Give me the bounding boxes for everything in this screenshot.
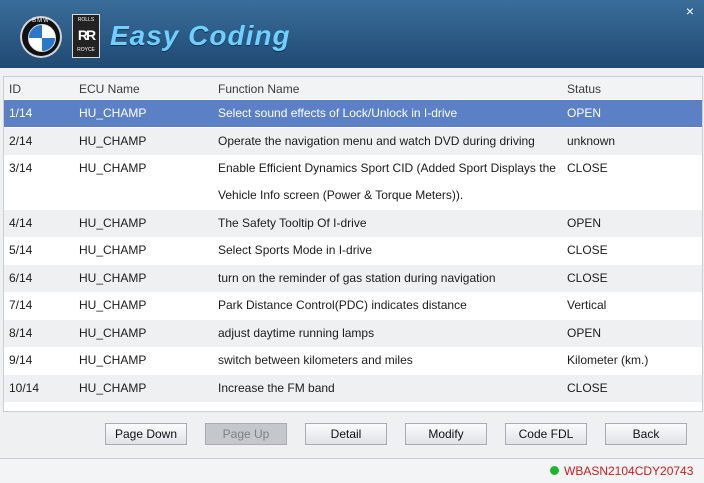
status-bar: WBASN2104CDY20743: [0, 458, 704, 483]
cell-status: CLOSE: [567, 243, 608, 257]
cell-function: turn on the reminder of gas station duri…: [218, 271, 496, 285]
cell-function: switch between kilometers and miles: [218, 353, 413, 367]
table-row[interactable]: 4/14 HU_CHAMP The Safety Tooltip Of I-dr…: [4, 210, 702, 237]
bmw-roundel: [28, 24, 56, 52]
cell-ecu: HU_CHAMP: [79, 381, 147, 395]
table-row[interactable]: 10/14 HU_CHAMP Increase the FM band CLOS…: [4, 375, 702, 402]
table-row[interactable]: 2/14 HU_CHAMP Operate the navigation men…: [4, 128, 702, 155]
close-icon[interactable]: ×: [686, 4, 694, 18]
table-row[interactable]: 7/14 HU_CHAMP Park Distance Control(PDC)…: [4, 292, 702, 319]
cell-id: 3/14: [9, 161, 33, 175]
cell-id: 7/14: [9, 298, 33, 312]
header-banner: BMW ROLLS RR ROYCE Easy Coding ×: [0, 0, 704, 68]
cell-id: 9/14: [9, 353, 33, 367]
action-button-bar: Page Down Page Up Detail Modify Code FDL…: [0, 423, 704, 445]
cell-status: unknown: [567, 134, 616, 148]
app-window: BMW ROLLS RR ROYCE Easy Coding × ID ECU …: [0, 0, 704, 483]
modify-button[interactable]: Modify: [405, 423, 487, 445]
cell-function: Select sound effects of Lock/Unlock in I…: [218, 106, 458, 120]
cell-status: Vertical: [567, 298, 607, 312]
cell-status: OPEN: [567, 326, 602, 340]
cell-ecu: HU_CHAMP: [79, 106, 147, 120]
cell-function: Operate the navigation menu and watch DV…: [218, 134, 535, 148]
connection-status-icon: [550, 466, 559, 475]
cell-status: CLOSE: [567, 271, 608, 285]
back-button[interactable]: Back: [605, 423, 687, 445]
column-header-ecu: ECU Name: [79, 82, 140, 96]
rolls-royce-logo-icon: ROLLS RR ROYCE: [72, 14, 100, 58]
cell-ecu: HU_CHAMP: [79, 326, 147, 340]
page-up-button[interactable]: Page Up: [205, 423, 287, 445]
function-table: ID ECU Name Function Name Status 1/14 HU…: [3, 76, 703, 412]
cell-id: 6/14: [9, 271, 33, 285]
cell-status: OPEN: [567, 216, 602, 230]
detail-button[interactable]: Detail: [305, 423, 387, 445]
page-down-button[interactable]: Page Down: [105, 423, 187, 445]
cell-id: 2/14: [9, 134, 33, 148]
rr-top-text: ROLLS: [77, 17, 95, 23]
cell-id: 1/14: [9, 106, 33, 120]
table-row[interactable]: 6/14 HU_CHAMP turn on the reminder of ga…: [4, 265, 702, 292]
bmw-logo-icon: BMW: [20, 16, 62, 58]
cell-ecu: HU_CHAMP: [79, 161, 147, 175]
app-brand-logo: Easy Coding: [110, 20, 291, 51]
table-row[interactable]: 3/14 HU_CHAMP Enable Efficient Dynamics …: [4, 155, 702, 210]
cell-function: Select Sports Mode in I-drive: [218, 243, 373, 257]
cell-status: CLOSE: [567, 381, 608, 395]
rr-bot-text: ROYCE: [77, 47, 95, 53]
cell-function: Increase the FM band: [218, 381, 335, 395]
cell-id: 5/14: [9, 243, 33, 257]
code-fdl-button[interactable]: Code FDL: [505, 423, 587, 445]
cell-id: 10/14: [9, 381, 40, 395]
rr-mid-text: RR: [77, 27, 96, 43]
cell-status: Kilometer (km.): [567, 353, 649, 367]
cell-function: Enable Efficient Dynamics Sport CID (Add…: [218, 161, 556, 202]
cell-id: 4/14: [9, 216, 33, 230]
table-header: ID ECU Name Function Name Status: [4, 77, 702, 99]
cell-status: CLOSE: [567, 161, 608, 175]
cell-ecu: HU_CHAMP: [79, 243, 147, 257]
cell-ecu: HU_CHAMP: [79, 353, 147, 367]
cell-ecu: HU_CHAMP: [79, 134, 147, 148]
table-row[interactable]: 1/14 HU_CHAMP Select sound effects of Lo…: [4, 100, 702, 127]
cell-id: 8/14: [9, 326, 33, 340]
cell-function: The Safety Tooltip Of I-drive: [218, 216, 367, 230]
table-row[interactable]: 9/14 HU_CHAMP switch between kilometers …: [4, 347, 702, 374]
column-header-status: Status: [567, 82, 602, 96]
column-header-function: Function Name: [218, 82, 300, 96]
cell-ecu: HU_CHAMP: [79, 298, 147, 312]
cell-ecu: HU_CHAMP: [79, 271, 147, 285]
vin-label: WBASN2104CDY20743: [564, 464, 694, 478]
table-row[interactable]: 8/14 HU_CHAMP adjust daytime running lam…: [4, 320, 702, 347]
cell-function: Park Distance Control(PDC) indicates dis…: [218, 298, 467, 312]
cell-function: adjust daytime running lamps: [218, 326, 375, 340]
cell-ecu: HU_CHAMP: [79, 216, 147, 230]
cell-status: OPEN: [567, 106, 602, 120]
table-row[interactable]: 5/14 HU_CHAMP Select Sports Mode in I-dr…: [4, 237, 702, 264]
column-header-id: ID: [9, 82, 21, 96]
